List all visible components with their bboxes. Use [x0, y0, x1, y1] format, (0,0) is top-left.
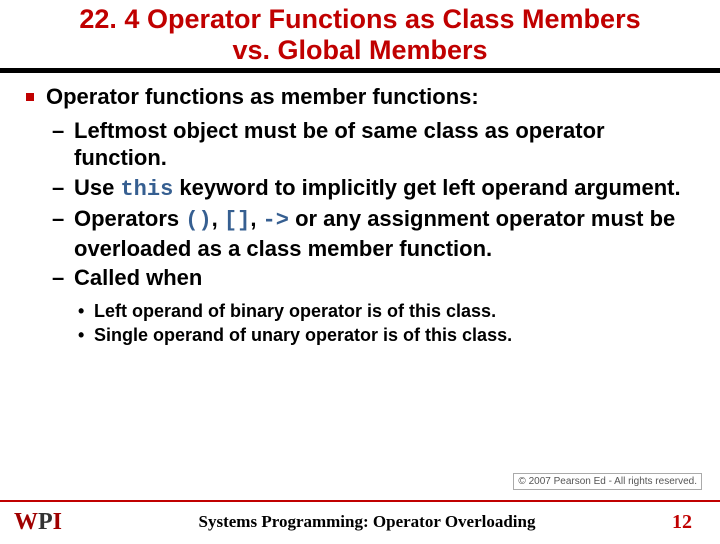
code-this: this — [120, 177, 173, 202]
code-bracket: [] — [224, 208, 250, 233]
level2-item: – Operators (), [], -> or any assignment… — [74, 205, 694, 262]
comma: , — [250, 206, 262, 231]
level2-text-pre: Use — [74, 175, 120, 200]
level1-text: Operator functions as member functions: — [46, 84, 479, 109]
bullet-list-level3: • Left operand of binary operator is of … — [30, 300, 694, 347]
copyright-text: © 2007 Pearson Ed - All rights reserved. — [518, 476, 697, 487]
dash-bullet-icon: – — [52, 205, 64, 233]
footer-rule — [0, 500, 720, 502]
square-bullet-icon — [26, 93, 34, 101]
level3-item: • Left operand of binary operator is of … — [94, 300, 694, 323]
comma: , — [212, 206, 224, 231]
level3-item: • Single operand of unary operator is of… — [94, 324, 694, 347]
code-paren: () — [185, 208, 211, 233]
dot-bullet-icon: • — [78, 324, 84, 347]
logo-w: W — [14, 509, 38, 536]
level2-item: – Called when — [74, 264, 694, 292]
bullet-list-level2: – Leftmost object must be of same class … — [30, 117, 694, 292]
dot-bullet-icon: • — [78, 300, 84, 323]
logo-p: P — [38, 509, 53, 536]
logo-i: I — [53, 509, 62, 536]
dash-bullet-icon: – — [52, 117, 64, 145]
dash-bullet-icon: – — [52, 174, 64, 202]
footer-title: Systems Programming: Operator Overloadin… — [62, 512, 672, 532]
title-line-1: 22. 4 Operator Functions as Class Member… — [79, 4, 640, 34]
level3-text: Left operand of binary operator is of th… — [94, 301, 496, 321]
level3-text: Single operand of unary operator is of t… — [94, 325, 512, 345]
level2-item: – Leftmost object must be of same class … — [74, 117, 694, 172]
slide-title: 22. 4 Operator Functions as Class Member… — [0, 4, 720, 66]
level2-text-post: keyword to implicitly get left operand a… — [173, 175, 680, 200]
code-arrow: -> — [263, 208, 289, 233]
level2-text-pre: Operators — [74, 206, 185, 231]
bullet-level1: Operator functions as member functions: — [30, 83, 694, 111]
page-number: 12 — [672, 511, 692, 534]
slide-body: Operator functions as member functions: … — [0, 83, 720, 347]
slide-footer: WPI Systems Programming: Operator Overlo… — [0, 500, 720, 544]
wpi-logo: WPI — [14, 509, 62, 536]
level2-item: – Use this keyword to implicitly get lef… — [74, 174, 694, 204]
title-underline — [0, 68, 720, 73]
copyright-badge: © 2007 Pearson Ed - All rights reserved. — [513, 473, 702, 490]
title-line-2: vs. Global Members — [232, 35, 487, 65]
level2-text: Leftmost object must be of same class as… — [74, 118, 605, 171]
dash-bullet-icon: – — [52, 264, 64, 292]
level2-text: Called when — [74, 265, 202, 290]
